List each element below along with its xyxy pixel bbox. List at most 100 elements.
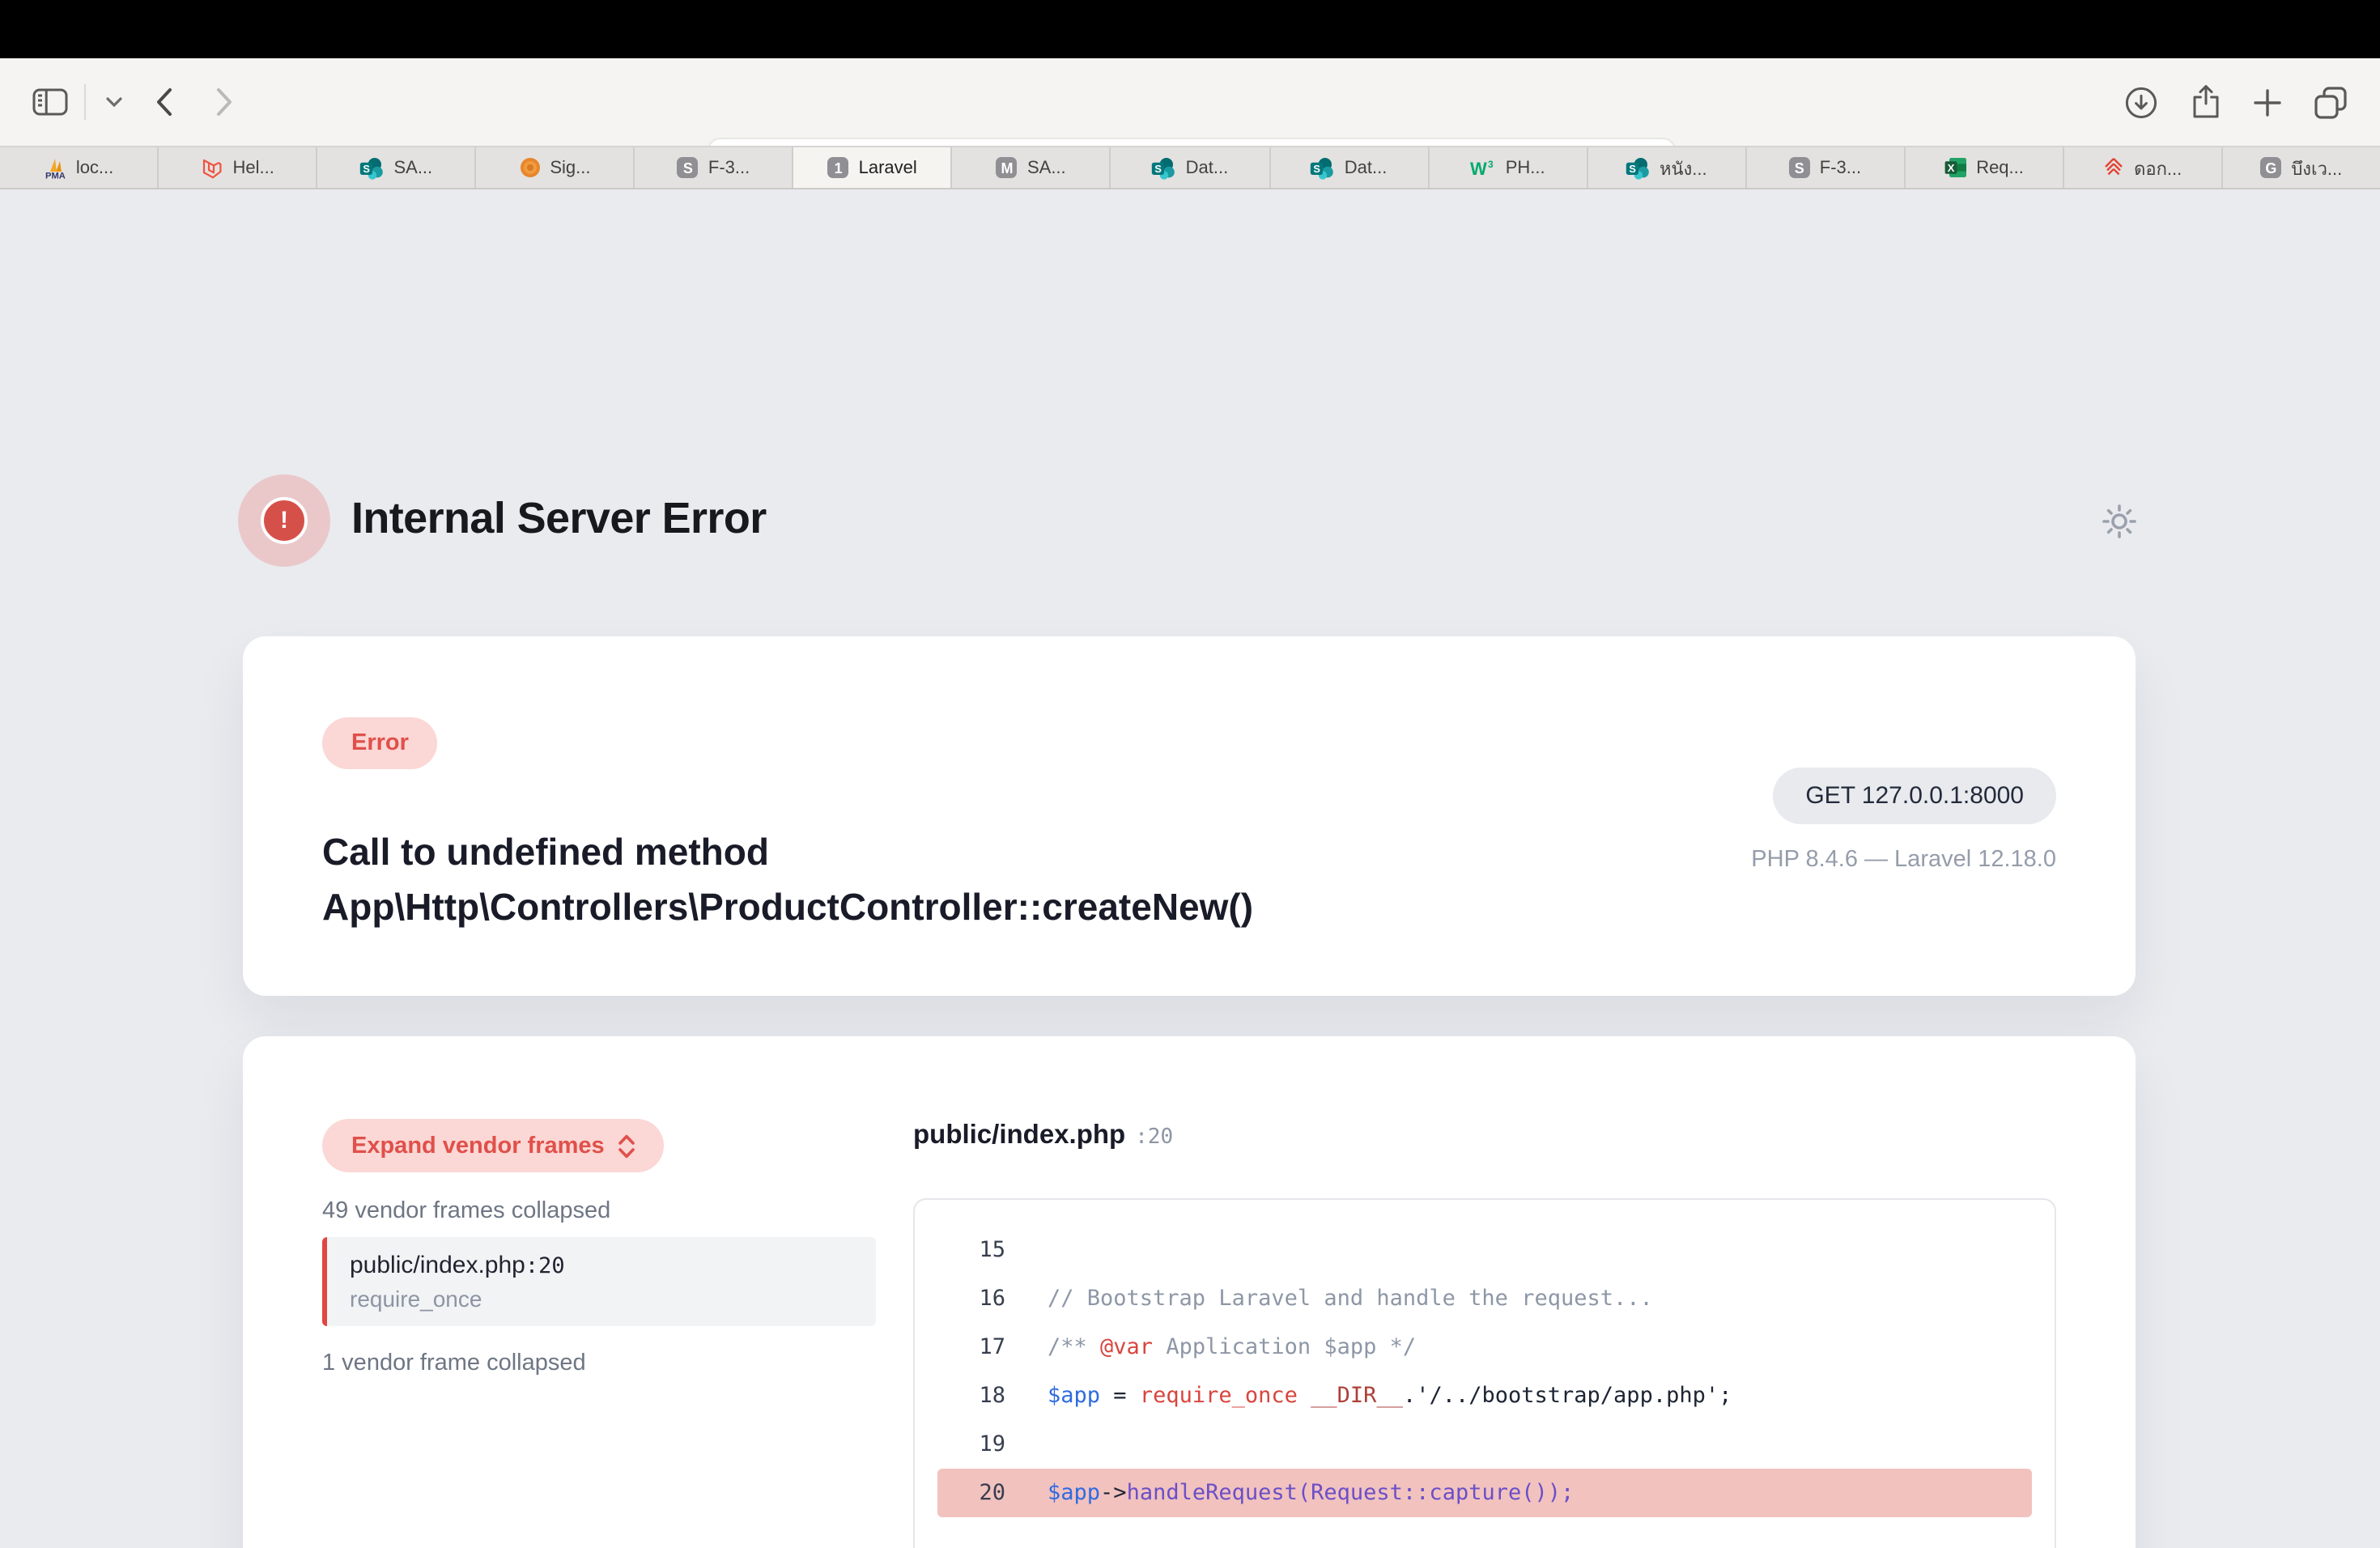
tab-label: PH...: [1506, 158, 1545, 177]
browser-tab[interactable]: Hel...: [159, 147, 317, 188]
menu-bar: [0, 0, 2380, 58]
line-number: 16: [937, 1286, 1005, 1312]
browser-tab[interactable]: M SA...: [953, 147, 1111, 188]
code-line: 19: [937, 1420, 2032, 1469]
error-page: ! Internal Server Error Error Call to un…: [0, 189, 2380, 1548]
browser-tab[interactable]: S F-3...: [1746, 147, 1905, 188]
code-text: $app->handleRequest(Request::capture());: [1048, 1480, 1574, 1506]
stack-frame-file: public/index.php:20: [350, 1252, 853, 1279]
browser-toolbar: 127.0.0.1 A文 ↻: [0, 58, 2380, 146]
code-snippet-header: public/index.php:20: [913, 1121, 1173, 1151]
tab-label: ดอก...: [2134, 153, 2182, 182]
browser-tab[interactable]: S SA...: [317, 147, 476, 188]
expand-vendor-frames-button[interactable]: Expand vendor frames: [322, 1119, 665, 1172]
tab-label: Dat...: [1186, 158, 1229, 177]
code-line: 16 // Bootstrap Laravel and handle the re…: [937, 1274, 2032, 1323]
phpmyadmin-favicon: PMA: [44, 156, 66, 179]
browser-tab[interactable]: S หนัง...: [1587, 147, 1746, 188]
browser-tab[interactable]: S Dat...: [1270, 147, 1429, 188]
back-button[interactable]: [155, 87, 173, 117]
red-chevrons-favicon: [2103, 157, 2124, 178]
excel-favicon: X: [1944, 157, 1966, 178]
svg-text:S: S: [1155, 162, 1162, 174]
svg-text:W: W: [1470, 159, 1487, 178]
browser-tab[interactable]: S Dat...: [1111, 147, 1270, 188]
chevrons-up-down-icon: [619, 1133, 635, 1159]
code-text: $app = require_once __DIR__.'/../bootstr…: [1048, 1383, 1732, 1409]
code-line-ref: :20: [1135, 1125, 1173, 1150]
letter-badge-favicon: G: [2260, 157, 2281, 178]
line-number: 15: [937, 1237, 1005, 1263]
code-text: // Bootstrap Laravel and handle the requ…: [1048, 1286, 1653, 1312]
tab-label: หนัง...: [1660, 153, 1707, 182]
line-number: 19: [937, 1431, 1005, 1457]
sharepoint-favicon: S: [1311, 156, 1335, 179]
tab-overview-icon[interactable]: [2314, 85, 2348, 119]
error-message: Call to undefined method App\Http\Contro…: [322, 824, 1253, 934]
code-snippet: 15 16 // Bootstrap Laravel and handle the …: [913, 1198, 2056, 1548]
orange-site-favicon: [519, 157, 540, 178]
stack-trace-card: Expand vendor frames 49 vendor frames co…: [243, 1036, 2136, 1548]
letter-badge-favicon: S: [678, 157, 699, 178]
svg-text:3: 3: [1488, 159, 1494, 170]
browser-tab[interactable]: Sig...: [476, 147, 635, 188]
code-line: 15: [937, 1226, 2032, 1274]
browser-tab[interactable]: 1 Laravel: [794, 147, 953, 188]
letter-badge-favicon: 1: [828, 157, 849, 178]
stack-frame-item[interactable]: public/index.php:20 require_once: [322, 1237, 876, 1326]
browser-tab[interactable]: S F-3...: [635, 147, 794, 188]
svg-text:PMA: PMA: [45, 171, 66, 179]
new-tab-icon[interactable]: [2254, 88, 2281, 116]
tab-label: Hel...: [233, 158, 274, 177]
letter-badge-favicon: M: [997, 157, 1018, 178]
tab-label: SA...: [393, 158, 432, 177]
line-number: 17: [937, 1334, 1005, 1360]
svg-text:S: S: [363, 162, 371, 174]
code-text: /** @var Application $app */: [1048, 1334, 1416, 1360]
tab-label: Req...: [1976, 158, 2024, 177]
toolbar-divider: [84, 84, 86, 120]
exclamation-circle-icon: !: [261, 497, 308, 544]
stack-frame-function: require_once: [350, 1286, 853, 1312]
browser-tab[interactable]: X Req...: [1906, 147, 2064, 188]
vendor-frames-collapsed-above: 49 vendor frames collapsed: [322, 1198, 610, 1224]
tab-label: Sig...: [550, 158, 590, 177]
theme-toggle-sun-icon[interactable]: [2102, 504, 2137, 547]
page-title: Internal Server Error: [351, 494, 767, 544]
tab-label: F-3...: [708, 158, 750, 177]
tab-label: Laravel: [859, 158, 917, 177]
browser-tab[interactable]: ดอก...: [2064, 147, 2223, 188]
code-line: 18 $app = require_once __DIR__.'/../boots…: [937, 1372, 2032, 1420]
sharepoint-favicon: S: [1152, 156, 1176, 179]
letter-badge-favicon: S: [1789, 157, 1810, 178]
error-summary-card: Error Call to undefined method App\Http\…: [243, 636, 2136, 996]
code-line: 17 /** @var Application $app */: [937, 1323, 2032, 1372]
browser-tab[interactable]: PMA loc...: [0, 147, 159, 188]
line-number: 18: [937, 1383, 1005, 1409]
forward-button[interactable]: [215, 87, 233, 117]
sharepoint-favicon: S: [1626, 156, 1650, 179]
browser-window: 127.0.0.1 A文 ↻: [0, 0, 2380, 1548]
line-number: 20: [937, 1480, 1005, 1506]
error-message-line2: App\Http\Controllers\ProductController::…: [322, 879, 1253, 934]
sidebar-toggle-icon[interactable]: [32, 87, 68, 117]
expand-vendor-frames-label: Expand vendor frames: [351, 1133, 605, 1159]
tab-label: Dat...: [1345, 158, 1388, 177]
share-icon[interactable]: [2191, 84, 2221, 120]
downloads-icon[interactable]: [2124, 85, 2158, 119]
browser-tab[interactable]: G บึงเว...: [2223, 147, 2380, 188]
tab-label: บึงเว...: [2291, 153, 2342, 182]
error-status-icon: !: [238, 474, 330, 567]
laravel-favicon: [201, 156, 223, 179]
tab-label: SA...: [1027, 158, 1066, 177]
vendor-frames-collapsed-below: 1 vendor frame collapsed: [322, 1350, 586, 1376]
sharepoint-favicon: S: [359, 156, 384, 179]
tab-strip: PMA loc... Hel... S SA... Sig... S F-3... 1 Larav…: [0, 146, 2380, 189]
browser-tab[interactable]: W3 PH...: [1429, 147, 1587, 188]
tab-label: loc...: [76, 158, 113, 177]
w3schools-favicon: W3: [1470, 157, 1496, 178]
error-message-line1: Call to undefined method: [322, 824, 1253, 879]
tab-label: F-3...: [1820, 158, 1861, 177]
svg-text:X: X: [1947, 162, 1954, 174]
sidebar-chevron-down-icon[interactable]: [105, 96, 123, 108]
